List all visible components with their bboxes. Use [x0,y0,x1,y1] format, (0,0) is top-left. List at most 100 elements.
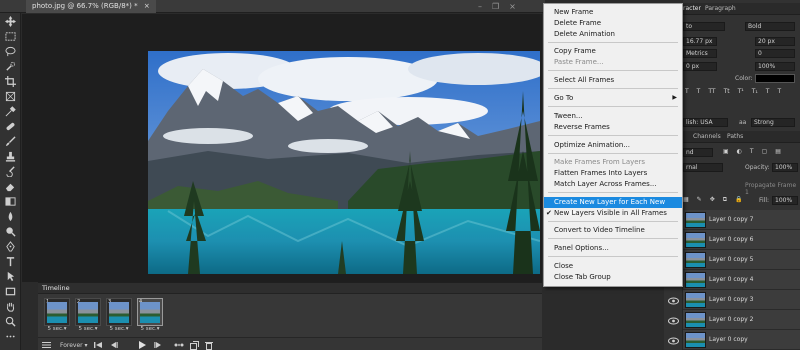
font-family-select[interactable]: to [683,22,725,31]
faux-italic-icon[interactable]: T [697,88,701,97]
path-select-tool-icon[interactable] [3,270,18,283]
filter-adjustment-icon[interactable]: ◐ [737,148,742,157]
previous-frame-icon[interactable] [110,340,118,350]
lock-position-icon[interactable]: ✥ [710,196,715,205]
fill-field[interactable]: 100% [772,196,798,205]
menu-item-new-frame[interactable]: New Frame [544,7,682,18]
superscript-icon[interactable]: T¹ [738,88,744,97]
close-tab-icon[interactable]: × [144,2,150,10]
duplicate-frame-icon[interactable] [190,340,199,350]
all-caps-icon[interactable]: TT [708,88,715,97]
next-frame-icon[interactable] [154,340,162,350]
tween-icon[interactable] [174,340,184,350]
tab-paragraph[interactable]: Paragraph [705,3,736,15]
kerning-select[interactable]: Metrics [683,49,717,58]
layer-name[interactable]: Layer 0 copy 4 [709,270,753,290]
hand-tool-icon[interactable] [3,300,18,313]
filter-smart-icon[interactable]: ▤ [775,148,781,157]
tab-character[interactable]: racter [683,3,701,15]
visibility-eye-icon[interactable] [668,336,679,346]
menu-item-flatten-frames[interactable]: Flatten Frames Into Layers [544,168,682,179]
brush-tool-icon[interactable] [3,135,18,148]
frame-thumbnail-selected[interactable]: 4 [137,298,163,326]
clone-stamp-tool-icon[interactable] [3,150,18,163]
text-color-swatch[interactable] [755,74,795,83]
close-icon[interactable]: × [509,2,516,11]
play-icon[interactable] [138,340,146,350]
layer-row[interactable]: Layer 0 copy 4 [683,270,800,290]
first-frame-icon[interactable] [94,340,102,350]
layer-row[interactable]: Layer 0 copy 6 [683,230,800,250]
marquee-tool-icon[interactable] [3,30,18,43]
lasso-tool-icon[interactable] [3,45,18,58]
tab-layers[interactable] [683,131,685,143]
menu-item-optimize-animation[interactable]: Optimize Animation... [544,140,682,151]
loop-options-select[interactable]: Forever ▾ [60,340,88,350]
filter-shape-icon[interactable]: ▢ [762,148,768,157]
frame-delay[interactable]: 5 sec.▾ [75,326,101,332]
strikethrough-icon[interactable]: T [777,88,781,97]
leading-field[interactable]: 20 px [755,37,795,46]
font-size-field[interactable]: 16.77 px [683,37,717,46]
menu-item-paste-frame[interactable]: Paste Frame... [544,57,682,68]
menu-item-convert-to-video[interactable]: Convert to Video Timeline [544,225,682,236]
delete-frame-icon[interactable] [205,340,213,350]
frame-thumbnail[interactable]: 1 [44,298,70,326]
menu-item-match-layer[interactable]: Match Layer Across Frames... [544,179,682,190]
small-caps-icon[interactable]: Tt [724,88,730,97]
menu-item-new-layers-visible[interactable]: ✔ New Layers Visible in All Frames [544,208,682,219]
layer-row[interactable]: Layer 0 copy [683,330,800,350]
layer-name[interactable]: Layer 0 copy 6 [709,230,753,250]
minimize-icon[interactable]: – [478,2,482,11]
pen-tool-icon[interactable] [3,240,18,253]
layer-row[interactable]: Layer 0 copy 2 [683,310,800,330]
faux-bold-icon[interactable]: T [685,88,689,97]
crop-tool-icon[interactable] [3,75,18,88]
filter-type-icon[interactable]: T [750,148,754,157]
type-tool-icon[interactable] [3,255,18,268]
frame-thumbnail[interactable]: 2 [75,298,101,326]
layer-name[interactable]: Layer 0 copy [709,330,748,350]
propagate-frame-checkbox[interactable]: Propagate Frame 1 [745,182,800,196]
visibility-eye-icon[interactable] [668,296,679,306]
vertical-scale-field[interactable]: 0 px [683,62,717,71]
layer-name[interactable]: Layer 0 copy 3 [709,290,753,310]
lock-all-icon[interactable]: 🔒 [735,196,742,205]
menu-item-close[interactable]: Close [544,261,682,272]
antialias-select[interactable]: Strong [751,118,795,127]
menu-item-close-tab-group[interactable]: Close Tab Group [544,272,682,283]
filter-pixel-icon[interactable]: ▣ [723,148,729,157]
layer-name[interactable]: Layer 0 copy 7 [709,210,753,230]
menu-item-copy-frame[interactable]: Copy Frame [544,46,682,57]
underline-icon[interactable]: T [766,88,770,97]
frame-thumbnail[interactable]: 3 [106,298,132,326]
tracking-select[interactable]: 0 [755,49,795,58]
menu-item-panel-options[interactable]: Panel Options... [544,243,682,254]
menu-item-reverse-frames[interactable]: Reverse Frames [544,122,682,133]
horizontal-scale-field[interactable]: 100% [755,62,795,71]
eyedropper-tool-icon[interactable] [3,105,18,118]
layer-row[interactable]: Layer 0 copy 5 [683,250,800,270]
layer-row[interactable]: Layer 0 copy 7 [683,210,800,230]
menu-item-delete-animation[interactable]: Delete Animation [544,29,682,40]
timeline-title[interactable]: Timeline [42,283,70,294]
menu-item-delete-frame[interactable]: Delete Frame [544,18,682,29]
visibility-eye-icon[interactable] [668,316,679,326]
menu-item-make-frames-from-layers[interactable]: Make Frames From Layers [544,157,682,168]
lock-transparent-icon[interactable]: ▦ [683,196,689,205]
tab-paths[interactable]: Paths [727,131,743,143]
tab-channels[interactable]: Channels [693,131,721,143]
blur-tool-icon[interactable] [3,210,18,223]
zoom-tool-icon[interactable] [3,315,18,328]
restore-icon[interactable]: ❐ [492,2,499,11]
gradient-tool-icon[interactable] [3,195,18,208]
lock-image-icon[interactable]: ✎ [697,196,702,205]
frame-tool-icon[interactable] [3,90,18,103]
history-brush-tool-icon[interactable] [3,165,18,178]
layer-name[interactable]: Layer 0 copy 2 [709,310,753,330]
frame-delay[interactable]: 5 sec.▾ [137,326,163,332]
subscript-icon[interactable]: T₁ [752,88,758,97]
edit-toolbar-icon[interactable] [3,330,18,343]
lock-artboard-icon[interactable]: ⧉ [723,196,727,205]
menu-item-tween[interactable]: Tween... [544,111,682,122]
